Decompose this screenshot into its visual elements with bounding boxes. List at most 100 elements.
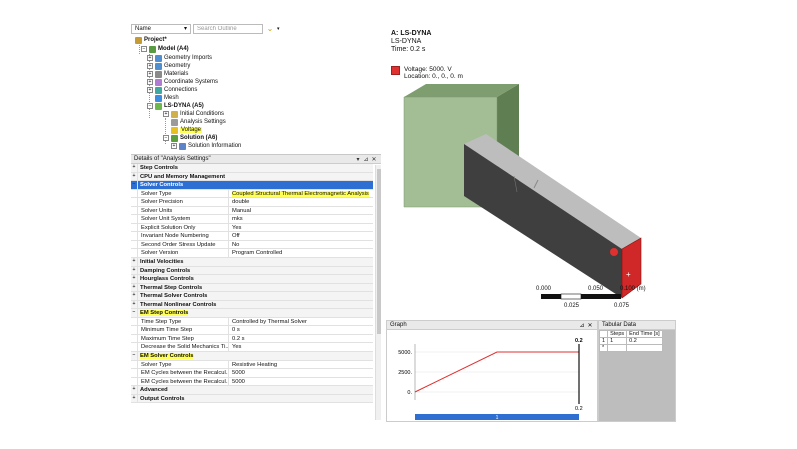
- prop-row[interactable]: Decrease the Solid Mechanics Ti... Yes: [131, 343, 373, 353]
- tree-item-initial-conditions[interactable]: + Initial Conditions: [163, 110, 224, 118]
- search-outline-input[interactable]: [193, 23, 263, 34]
- collapse-toggle[interactable]: −: [163, 135, 169, 141]
- ls-dyna-icon: [155, 102, 162, 110]
- collapse-toggle[interactable]: −: [131, 309, 138, 317]
- category-em-solver[interactable]: − EM Solver Controls: [131, 352, 373, 361]
- prop-row[interactable]: EM Cycles between the Recalcul... 5000: [131, 377, 373, 387]
- prop-row[interactable]: Time Step Type Controlled by Thermal Solv…: [131, 317, 373, 327]
- expand-toggle[interactable]: +: [147, 63, 153, 69]
- expand-toggle[interactable]: +: [147, 55, 153, 61]
- collapse-toggle[interactable]: −: [141, 46, 147, 52]
- prop-row[interactable]: Solver Type Coupled Structural Thermal El…: [131, 189, 373, 199]
- category-advanced[interactable]: + Advanced: [131, 386, 373, 395]
- col-header-steps: Steps: [607, 330, 628, 338]
- outline-panel: Name ▾ ⌄ ▾ Project* − Model (A4) +: [131, 20, 381, 153]
- y-tick-label: 2500.: [398, 370, 412, 376]
- expand-toggle[interactable]: +: [131, 164, 138, 172]
- category-em-step[interactable]: − EM Step Controls: [131, 309, 373, 318]
- scrollbar-thumb[interactable]: [377, 169, 381, 334]
- tabular-header: Tabular Data: [599, 321, 675, 330]
- prop-row[interactable]: Solver Units Manual: [131, 206, 373, 216]
- tree-item-connections[interactable]: + Connections: [147, 86, 197, 94]
- tabular-title: Tabular Data: [602, 322, 637, 328]
- details-scrollbar[interactable]: [375, 165, 381, 420]
- tree-item-solution-information[interactable]: + Solution Information: [171, 142, 241, 150]
- scale-tick-mid-1: 0.025: [564, 303, 580, 309]
- tabular-table[interactable]: Steps End Time [s] 1 1 0.2 *: [598, 330, 663, 352]
- expand-toggle[interactable]: +: [131, 283, 138, 292]
- prop-row[interactable]: Invariant Node Numbering Off: [131, 232, 373, 241]
- expand-toggle[interactable]: +: [131, 292, 138, 300]
- voltage-marker: [610, 248, 618, 256]
- scale-tick-2: 0.100 (m): [620, 286, 646, 292]
- prop-row[interactable]: Solver Version Program Controlled: [131, 249, 373, 259]
- close-icon[interactable]: ✕: [370, 156, 378, 163]
- tree-item-analysis-settings[interactable]: Analysis Settings: [171, 118, 226, 126]
- tree-item-project[interactable]: Project*: [135, 36, 167, 44]
- cell-end-time[interactable]: 0.2: [626, 337, 663, 345]
- category-damping[interactable]: + Damping Controls: [131, 266, 373, 276]
- category-cpu-memory[interactable]: + CPU and Memory Management: [131, 172, 373, 182]
- prop-row[interactable]: Explicit Solution Only Yes: [131, 223, 373, 233]
- pin-icon[interactable]: ⊿: [362, 156, 370, 163]
- expand-toggle[interactable]: +: [131, 266, 138, 275]
- tree-item-model[interactable]: − Model (A4): [141, 45, 189, 53]
- expand-toggle[interactable]: +: [131, 258, 138, 266]
- tree-item-geometry[interactable]: + Geometry: [147, 62, 190, 70]
- prop-row[interactable]: Solver Unit System mks: [131, 215, 373, 224]
- category-solver-controls[interactable]: − Solver Controls: [131, 181, 373, 190]
- y-tick-label: 5000.: [398, 350, 412, 356]
- prop-row[interactable]: Minimum Time Step 0 s: [131, 326, 373, 335]
- prop-row[interactable]: Solver Precision double: [131, 198, 373, 207]
- tree-item-ls-dyna[interactable]: − LS-DYNA (A5): [147, 102, 204, 110]
- table-new-row[interactable]: *: [598, 344, 663, 352]
- category-thermal-solver[interactable]: + Thermal Solver Controls: [131, 292, 373, 301]
- connections-icon: [155, 86, 162, 94]
- collapse-toggle[interactable]: −: [131, 352, 138, 360]
- expand-toggle[interactable]: +: [147, 87, 153, 93]
- collapse-toggle[interactable]: −: [131, 181, 138, 189]
- tree-item-geometry-imports[interactable]: + Geometry Imports: [147, 54, 212, 62]
- cell-steps[interactable]: 1: [607, 337, 628, 345]
- category-step-controls[interactable]: + Step Controls: [131, 164, 373, 173]
- prop-row[interactable]: Second Order Stress Update No: [131, 240, 373, 250]
- prop-row[interactable]: EM Cycles between the Recalcul... 5000: [131, 369, 373, 378]
- expand-toggle[interactable]: +: [131, 300, 138, 309]
- expand-toggle[interactable]: +: [163, 111, 169, 117]
- category-hourglass[interactable]: + Hourglass Controls: [131, 275, 373, 284]
- coordinate-origin-icon: +: [626, 270, 631, 279]
- materials-icon: [155, 70, 162, 78]
- table-row[interactable]: 1 1 0.2: [598, 337, 663, 345]
- expand-toggle[interactable]: +: [147, 71, 153, 77]
- dropdown-icon[interactable]: ▾: [354, 156, 362, 163]
- tree-item-coordinate-systems[interactable]: + Coordinate Systems: [147, 78, 218, 86]
- tree-item-mesh[interactable]: Mesh: [155, 94, 179, 102]
- time-marker-label: 0.2: [575, 338, 583, 344]
- expand-toggle[interactable]: +: [131, 386, 138, 394]
- pin-icon[interactable]: ⊿: [578, 322, 586, 329]
- model-geometry[interactable]: +: [386, 20, 676, 320]
- tree-item-solution[interactable]: − Solution (A6): [163, 134, 217, 142]
- close-icon[interactable]: ✕: [586, 322, 594, 329]
- expand-toggle[interactable]: +: [131, 275, 138, 283]
- prop-row[interactable]: Solver Type Resistive Heating: [131, 360, 373, 370]
- expand-toggle[interactable]: +: [171, 143, 177, 149]
- category-initial-velocities[interactable]: + Initial Velocities: [131, 258, 373, 267]
- details-grid: + Step Controls + CPU and Memory Managemen…: [131, 164, 373, 404]
- prop-row[interactable]: Maximum Time Step 0.2 s: [131, 334, 373, 344]
- category-output[interactable]: + Output Controls: [131, 394, 373, 404]
- expand-toggle[interactable]: +: [147, 79, 153, 85]
- category-thermal-step[interactable]: + Thermal Step Controls: [131, 283, 373, 293]
- expand-toggle[interactable]: +: [131, 172, 138, 181]
- expand-toggle[interactable]: +: [131, 394, 138, 403]
- graphics-viewport[interactable]: A: LS-DYNA LS-DYNA Time: 0.2 s Voltage: …: [386, 20, 676, 320]
- filter-icon[interactable]: ⌄: [265, 24, 275, 34]
- filter-dropdown-icon[interactable]: ▾: [277, 26, 280, 32]
- voltage-graph[interactable]: 5000. 2500. 0. 0.2 0.2 1: [387, 330, 597, 422]
- step-bar-label: 1: [496, 415, 499, 421]
- collapse-toggle[interactable]: −: [147, 103, 153, 109]
- name-dropdown[interactable]: Name ▾: [131, 23, 191, 34]
- tree-item-materials[interactable]: + Materials: [147, 70, 188, 78]
- tree-item-voltage[interactable]: Voltage: [171, 126, 203, 134]
- category-thermal-nonlinear[interactable]: + Thermal Nonlinear Controls: [131, 300, 373, 310]
